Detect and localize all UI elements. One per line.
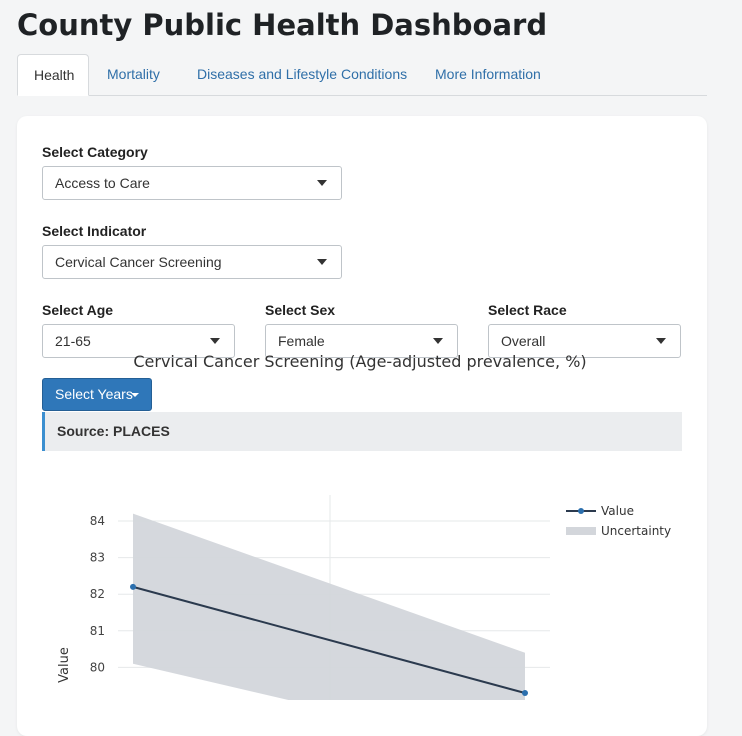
y-tick-label: 83 <box>90 551 105 565</box>
value-point <box>522 690 528 697</box>
legend-value-marker <box>578 508 584 514</box>
y-axis-label: Value <box>57 647 72 683</box>
y-tick-label: 82 <box>90 587 105 601</box>
y-tick-label: 80 <box>90 660 105 674</box>
uncertainty-band <box>133 513 525 700</box>
chart-plot-area: 80 81 82 83 84 Value Value Uncertainty <box>57 495 671 700</box>
value-point <box>130 583 136 590</box>
legend-uncertainty-swatch <box>566 527 596 535</box>
legend-uncertainty-label: Uncertainty <box>601 524 671 538</box>
legend-value-label: Value <box>601 504 634 518</box>
y-tick-label: 81 <box>90 624 105 638</box>
y-tick-label: 84 <box>90 514 105 528</box>
